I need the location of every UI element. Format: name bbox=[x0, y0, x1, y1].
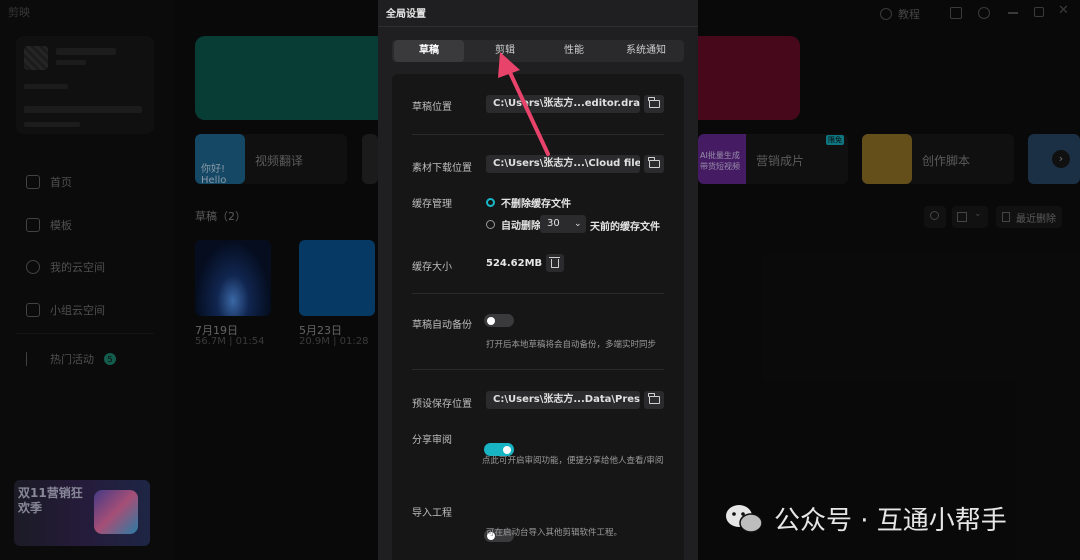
radio-unselected[interactable] bbox=[486, 220, 495, 229]
cache-option-auto-prefix: 自动删除 bbox=[501, 221, 541, 232]
folder-icon bbox=[648, 157, 660, 168]
draft-location-browse-button[interactable] bbox=[644, 95, 664, 113]
download-location-label: 素材下载位置 bbox=[412, 163, 472, 174]
preset-location-label: 预设保存位置 bbox=[412, 399, 472, 410]
wechat-icon bbox=[726, 504, 763, 533]
share-review-hint: 点此可开启审阅功能，便捷分享给他人查看/审阅 bbox=[482, 456, 664, 466]
annotation-arrow bbox=[498, 52, 550, 156]
auto-backup-toggle[interactable] bbox=[484, 314, 514, 327]
toggle-knob bbox=[503, 445, 511, 454]
divider bbox=[412, 369, 664, 370]
draft-location-label: 草稿位置 bbox=[412, 102, 452, 113]
arrow-shaft bbox=[504, 62, 550, 156]
watermark: 公众号 · 互通小帮手 bbox=[724, 500, 1007, 537]
tab-drafts[interactable]: 草稿 bbox=[394, 40, 464, 62]
download-location-browse-button[interactable] bbox=[644, 155, 664, 173]
preset-location-browse-button[interactable] bbox=[644, 391, 664, 409]
cache-option-auto[interactable]: 自动删除 bbox=[486, 217, 541, 232]
chevron-down-icon: ⌄ bbox=[574, 219, 582, 229]
import-project-hint: 可在启动台导入其他剪辑软件工程。 bbox=[486, 528, 623, 538]
folder-icon bbox=[648, 393, 660, 404]
toggle-knob bbox=[487, 316, 495, 325]
cache-option-auto-suffix: 天前的缓存文件 bbox=[590, 222, 660, 233]
folder-icon bbox=[648, 97, 660, 108]
divider bbox=[412, 293, 664, 294]
dialog-title: 全局设置 bbox=[386, 9, 426, 20]
cache-management-label: 缓存管理 bbox=[412, 199, 452, 210]
cache-size-label: 缓存大小 bbox=[412, 262, 452, 273]
auto-backup-label: 草稿自动备份 bbox=[412, 320, 472, 331]
cache-size-value: 524.62MB bbox=[486, 258, 543, 269]
clear-cache-button[interactable] bbox=[546, 254, 564, 272]
preset-location-field[interactable]: C:\Users\张志方...Data\Presets bbox=[486, 391, 640, 409]
import-project-label: 导入工程 bbox=[412, 508, 452, 519]
cache-option-keep[interactable]: 不删除缓存文件 bbox=[486, 195, 571, 210]
radio-selected[interactable] bbox=[486, 198, 495, 207]
auto-backup-hint: 打开后本地草稿将会自动备份，多端实时同步 bbox=[486, 340, 657, 350]
cache-days-value: 30 bbox=[547, 218, 560, 229]
trash-icon bbox=[549, 256, 560, 268]
dialog-divider bbox=[378, 26, 698, 27]
cache-option-keep-label: 不删除缓存文件 bbox=[501, 199, 571, 210]
tab-notifications[interactable]: 系统通知 bbox=[610, 40, 682, 62]
cache-days-select[interactable]: 30 ⌄ bbox=[540, 215, 586, 233]
share-review-label: 分享审阅 bbox=[412, 435, 452, 446]
watermark-text: 公众号 · 互通小帮手 bbox=[774, 506, 1007, 536]
